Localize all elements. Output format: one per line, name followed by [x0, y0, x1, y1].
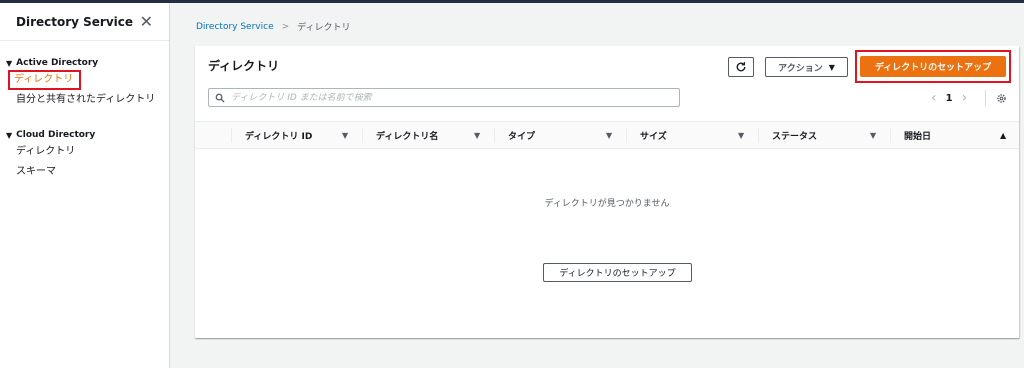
column-divider — [494, 128, 495, 143]
highlight-box: ディレクトリ — [8, 70, 82, 90]
table-header: ディレクトリ ID ▼ ディレクトリ名 ▼ タイプ ▼ サイズ ▼ ステータス … — [195, 121, 1019, 149]
column-label: ディレクトリ ID — [245, 132, 313, 142]
sidebar-item-directories[interactable]: ディレクトリ — [0, 70, 169, 90]
section-title: Cloud Directory — [16, 130, 96, 140]
column-label: サイズ — [640, 132, 667, 142]
column-header-status[interactable]: ステータス ▼ — [772, 122, 890, 149]
sort-caret-icon: ▼ — [738, 131, 745, 140]
breadcrumb: Directory Service > ディレクトリ — [196, 20, 351, 34]
refresh-button[interactable] — [728, 57, 754, 77]
sidebar-item-shared-directories[interactable]: 自分と共有されたディレクトリ — [0, 90, 169, 110]
caret-down-icon: ▼ — [6, 130, 13, 140]
close-icon[interactable]: ✕ — [140, 13, 153, 30]
page-number[interactable]: 1 — [943, 93, 956, 104]
main-content: Directory Service > ディレクトリ ディレクトリ アクション … — [171, 3, 1024, 368]
column-header-start-date[interactable]: 開始日 ▲ — [904, 122, 1012, 149]
column-header-directory-id[interactable]: ディレクトリ ID ▼ — [245, 122, 362, 149]
next-page-icon[interactable]: › — [956, 91, 974, 105]
search-input[interactable] — [231, 92, 679, 103]
column-divider — [231, 128, 232, 143]
column-header-size[interactable]: サイズ ▼ — [640, 122, 758, 149]
breadcrumb-separator-icon: > — [281, 21, 290, 32]
gear-icon[interactable] — [996, 93, 1007, 104]
caret-down-icon: ▼ — [6, 58, 13, 68]
sort-caret-icon: ▼ — [474, 131, 481, 140]
section-header-active-directory[interactable]: ▼ Active Directory — [0, 56, 169, 70]
sort-caret-icon: ▼ — [870, 131, 877, 140]
sidebar-item-cloud-directories[interactable]: ディレクトリ — [0, 142, 169, 162]
search-icon — [215, 93, 225, 103]
sidebar-title: Directory Service — [16, 14, 134, 29]
section-title: Active Directory — [16, 58, 99, 68]
actions-dropdown-button[interactable]: アクション ▼ — [765, 57, 848, 77]
column-divider — [362, 128, 363, 143]
column-divider — [626, 128, 627, 143]
breadcrumb-current: ディレクトリ — [297, 23, 351, 33]
sidebar: Directory Service ✕ ▼ Active Directory デ… — [0, 3, 170, 368]
column-label: 開始日 — [904, 132, 932, 142]
column-label: ステータス — [772, 132, 818, 142]
section-header-cloud-directory[interactable]: ▼ Cloud Directory — [0, 128, 169, 142]
setup-directory-button[interactable]: ディレクトリのセットアップ — [860, 56, 1006, 77]
column-header-directory-name[interactable]: ディレクトリ名 ▼ — [376, 122, 494, 149]
pagination: ‹ 1 › — [925, 90, 1007, 106]
breadcrumb-root-link[interactable]: Directory Service — [196, 22, 274, 32]
refresh-icon — [736, 62, 746, 72]
sidebar-header: Directory Service ✕ — [0, 3, 169, 41]
column-divider — [890, 128, 891, 143]
sort-caret-icon: ▼ — [606, 131, 613, 140]
sort-ascending-icon: ▲ — [1000, 131, 1007, 140]
directories-panel: ディレクトリ アクション ▼ ディレクトリのセットアップ ‹ 1 › ディレクト… — [195, 46, 1019, 338]
sidebar-item-schemas[interactable]: スキーマ — [0, 162, 169, 182]
column-divider — [758, 128, 759, 143]
divider — [985, 90, 987, 106]
previous-page-icon[interactable]: ‹ — [925, 91, 943, 105]
search-box — [208, 88, 680, 107]
sidebar-section-cloud-directory: ▼ Cloud Directory ディレクトリ スキーマ — [0, 128, 169, 182]
column-header-type[interactable]: タイプ ▼ — [508, 122, 626, 149]
sort-caret-icon: ▼ — [342, 131, 349, 140]
sidebar-section-active-directory: ▼ Active Directory ディレクトリ 自分と共有されたディレクトリ — [0, 56, 169, 110]
highlight-box: ディレクトリのセットアップ — [855, 50, 1011, 83]
column-label: タイプ — [508, 132, 536, 142]
empty-state-setup-button[interactable]: ディレクトリのセットアップ — [543, 263, 692, 282]
caret-down-icon: ▼ — [828, 62, 835, 72]
empty-state-message: ディレクトリが見つかりません — [544, 199, 670, 209]
actions-label: アクション — [778, 63, 823, 74]
column-label: ディレクトリ名 — [376, 132, 439, 142]
panel-title: ディレクトリ — [208, 59, 280, 73]
